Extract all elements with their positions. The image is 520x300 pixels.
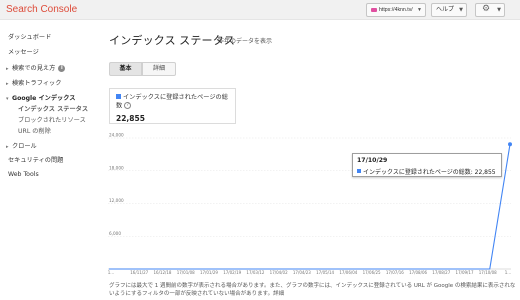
help-button[interactable]: ヘルプ ▼ bbox=[431, 3, 467, 17]
data-point bbox=[508, 142, 512, 147]
sidebar-item-web-tools[interactable]: Web Tools bbox=[8, 171, 39, 178]
y-tick-label: 24,000 bbox=[109, 133, 124, 138]
chart-tooltip: 17/10/29 インデックスに登録されたページの総数: 22,855 bbox=[352, 153, 502, 177]
tooltip-value: インデックスに登録されたページの総数: 22,855 bbox=[357, 167, 496, 176]
sidebar-item-dashboard[interactable]: ダッシュボード bbox=[8, 32, 51, 41]
gear-icon: ⚙ bbox=[482, 4, 491, 14]
chevron-down-icon: ▼ bbox=[497, 7, 501, 13]
y-tick-label: 6,000 bbox=[109, 231, 121, 236]
index-status-chart[interactable]: 24,000 18,000 12,000 6,000 1… 16/11/27 16/12/1… bbox=[100, 128, 520, 278]
x-tick-label: 1… bbox=[505, 270, 512, 275]
sidebar-item-index-status[interactable]: インデックス ステータス bbox=[18, 104, 88, 113]
metric-card[interactable]: インデックスに登録されたページの総数? 22,855 bbox=[109, 88, 236, 124]
sidebar-item-security-issues[interactable]: セキュリティの問題 bbox=[8, 155, 63, 164]
x-tick-label: 16/12/18 bbox=[153, 270, 171, 275]
x-tick-label: 16/11/27 bbox=[130, 270, 148, 275]
sidebar-item-blocked-resources[interactable]: ブロックされたリソース bbox=[18, 115, 86, 124]
x-tick-label: 17/09/17 bbox=[456, 270, 474, 275]
sidebar-item-messages[interactable]: メッセージ bbox=[8, 47, 39, 56]
site-selector-label: https://4knn.tv/ bbox=[379, 7, 413, 13]
x-tick-label: 17/01/29 bbox=[200, 270, 218, 275]
settings-button[interactable]: ⚙ ▼ bbox=[475, 3, 505, 17]
brand-logo[interactable]: Search Console bbox=[6, 4, 77, 15]
x-tick-label: 17/04/02 bbox=[270, 270, 288, 275]
sidebar-item-google-index[interactable]: ▾ Google インデックス bbox=[6, 93, 75, 102]
x-tick-label: 17/04/23 bbox=[293, 270, 311, 275]
series-swatch bbox=[357, 169, 361, 173]
x-tick-label: 17/03/12 bbox=[246, 270, 264, 275]
help-icon[interactable]: ? bbox=[124, 102, 132, 109]
chevron-down-icon: ▼ bbox=[417, 7, 422, 13]
info-icon[interactable]: i bbox=[58, 64, 66, 72]
sidebar: ダッシュボード メッセージ ▸ 検索での見え方 i ▸ 検索トラフィック ▾ Googl… bbox=[0, 20, 100, 300]
x-tick-label: 17/02/19 bbox=[223, 270, 241, 275]
y-tick-label: 12,000 bbox=[109, 198, 124, 203]
page-subtitle: 昨年のデータを表示 bbox=[218, 38, 273, 45]
site-selector[interactable]: https://4knn.tv/ ▼ bbox=[366, 3, 426, 17]
x-tick-label: 17/06/04 bbox=[339, 270, 357, 275]
sidebar-item-crawl[interactable]: ▸ クロール bbox=[6, 141, 37, 150]
x-tick-label: 17/10/08 bbox=[479, 270, 497, 275]
chart-svg: 24,000 18,000 12,000 6,000 1… 16/11/27 16/12/1… bbox=[108, 133, 512, 275]
chevron-down-icon: ▼ bbox=[459, 7, 463, 13]
x-tick-label: 1… bbox=[108, 270, 115, 275]
metric-value: 22,855 bbox=[116, 114, 145, 123]
sidebar-item-search-traffic[interactable]: ▸ 検索トラフィック bbox=[6, 78, 61, 87]
metric-label: インデックスに登録されたページの総数? bbox=[116, 94, 228, 110]
tab-basic[interactable]: 基本 bbox=[109, 62, 142, 76]
y-tick-label: 18,000 bbox=[109, 165, 124, 170]
sidebar-item-url-removal[interactable]: URL の削除 bbox=[18, 126, 51, 135]
x-tick-label: 17/05/14 bbox=[316, 270, 334, 275]
chart-footnote: グラフには最大で 1 週間前の数字が表示される場合があります。また、グラフの数字… bbox=[109, 283, 516, 297]
x-tick-label: 17/07/16 bbox=[386, 270, 404, 275]
x-tick-label: 17/01/08 bbox=[177, 270, 195, 275]
site-favicon bbox=[371, 7, 377, 12]
sidebar-item-search-appearance[interactable]: ▸ 検索での見え方 i bbox=[6, 63, 66, 72]
x-tick-label: 17/06/25 bbox=[363, 270, 381, 275]
top-bar: Search Console https://4knn.tv/ ▼ ヘルプ ▼ … bbox=[0, 0, 520, 20]
tab-advanced[interactable]: 詳細 bbox=[142, 62, 176, 76]
page-title: インデックス ステータス bbox=[109, 35, 236, 47]
series-swatch bbox=[116, 94, 121, 99]
x-tick-label: 17/08/27 bbox=[432, 270, 450, 275]
x-tick-label: 17/08/06 bbox=[409, 270, 427, 275]
tooltip-date: 17/10/29 bbox=[357, 157, 388, 164]
help-button-label: ヘルプ bbox=[436, 6, 455, 13]
